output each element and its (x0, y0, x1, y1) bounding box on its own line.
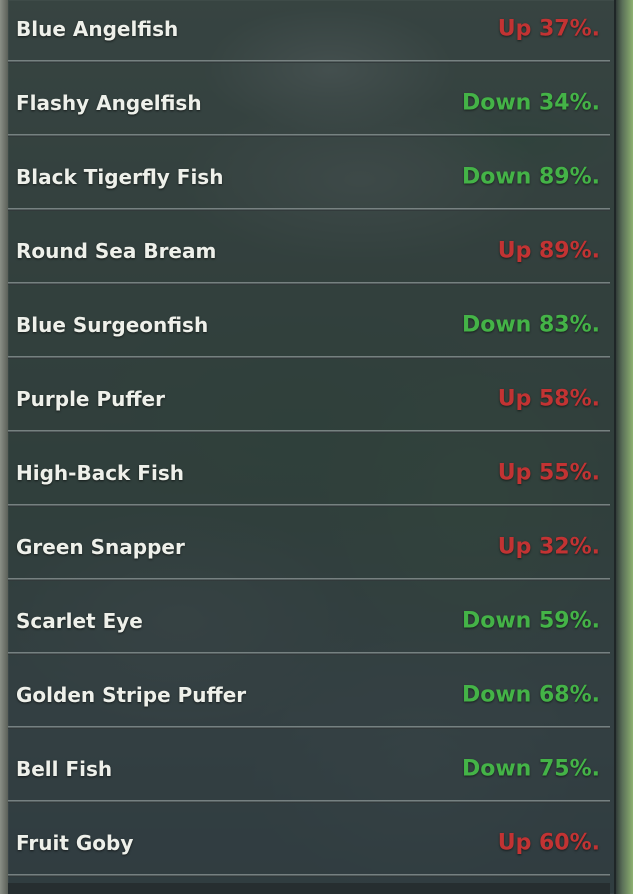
fish-name: Bell Fish (16, 757, 113, 781)
price-change: Down 75%. (461, 756, 600, 782)
fish-row: Bell Fish Down 75%. (8, 740, 610, 798)
background-edge-right (615, 0, 633, 894)
fish-name: Round Sea Bream (16, 239, 217, 263)
price-change: Up 89%. (497, 238, 600, 264)
fish-row: Golden Stripe Puffer Down 68%. (8, 666, 610, 724)
fish-row: Fruit Goby Up 60%. (8, 814, 610, 872)
row-divider (8, 356, 610, 359)
fish-name: Blue Surgeonfish (16, 313, 209, 337)
fish-price-list-panel: Blue Angelfish Up 37%. Flashy Angelfish Dow… (8, 0, 615, 894)
row-divider (8, 504, 610, 507)
row-divider (8, 282, 610, 285)
fish-name: Golden Stripe Puffer (16, 683, 247, 707)
row-divider (8, 60, 610, 63)
fish-row: Blue Surgeonfish Down 83%. (8, 296, 610, 354)
fish-row: High-Back Fish Up 55%. (8, 444, 610, 502)
background-edge-left (0, 0, 8, 894)
row-divider (8, 430, 610, 433)
price-change: Down 59%. (461, 608, 600, 634)
fish-row: Green Snapper Up 32%. (8, 518, 610, 576)
price-change: Down 89%. (461, 164, 600, 190)
fish-name: Blue Angelfish (16, 17, 179, 41)
price-change: Up 55%. (497, 460, 600, 486)
row-divider (8, 800, 610, 803)
fish-row: Black Tigerfly Fish Down 89%. (8, 148, 610, 206)
row-divider (8, 874, 610, 877)
fish-row: Purple Puffer Up 58%. (8, 370, 610, 428)
price-change: Down 34%. (461, 90, 600, 116)
fish-name: Purple Puffer (16, 387, 165, 411)
panel-bottom-bar (8, 883, 610, 894)
price-change: Up 58%. (497, 386, 600, 412)
fish-name: Fruit Goby (16, 831, 134, 855)
row-divider (8, 208, 610, 211)
price-change: Up 32%. (497, 534, 600, 560)
fish-name: High-Back Fish (16, 461, 184, 485)
row-divider (8, 134, 610, 137)
fish-name: Green Snapper (16, 535, 185, 559)
fish-row: Round Sea Bream Up 89%. (8, 222, 610, 280)
row-divider (8, 652, 610, 655)
fish-row: Flashy Angelfish Down 34%. (8, 74, 610, 132)
panel-border (614, 0, 616, 894)
price-change: Up 60%. (497, 830, 600, 856)
fish-name: Flashy Angelfish (16, 91, 202, 115)
price-change: Up 37%. (497, 16, 600, 42)
price-change: Down 68%. (461, 682, 600, 708)
fish-name: Scarlet Eye (16, 609, 143, 633)
fish-name: Black Tigerfly Fish (16, 165, 224, 189)
row-divider (8, 578, 610, 581)
fish-row: Scarlet Eye Down 59%. (8, 592, 610, 650)
price-change: Down 83%. (461, 312, 600, 338)
row-divider (8, 726, 610, 729)
fish-row: Blue Angelfish Up 37%. (8, 0, 610, 58)
